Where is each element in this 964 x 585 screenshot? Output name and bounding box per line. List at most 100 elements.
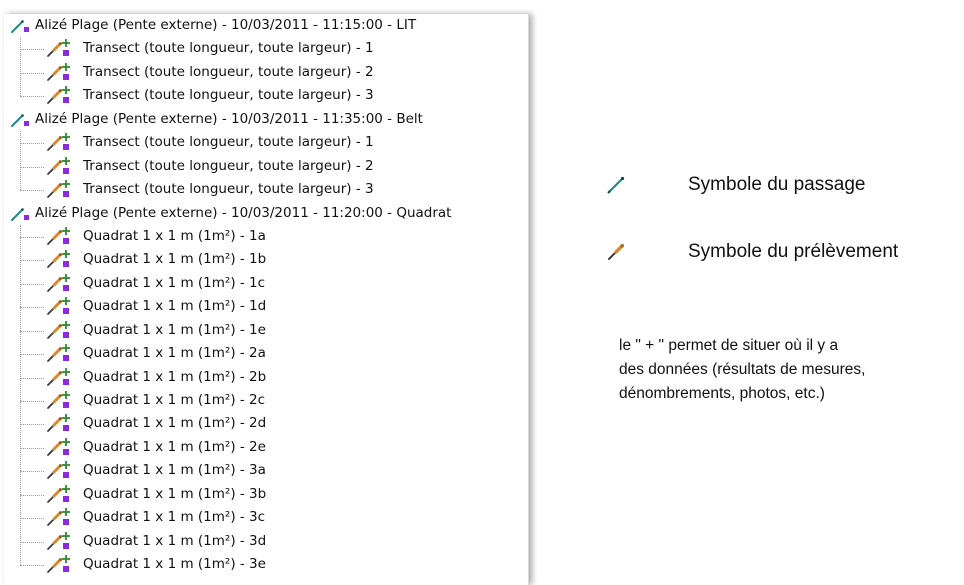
legend-note: le " + " permet de situer où il y a des … [619,334,964,406]
passage-icon [10,110,30,130]
prelevement-plus-icon [46,249,72,271]
tree-node-label: Quadrat 1 x 1 m (1m²) - 1c [83,274,266,291]
passage-icon [606,175,626,195]
prelevement-plus-icon [46,460,72,482]
tree-node-prelevement[interactable]: Transect (toute longueur, toute largeur)… [4,178,528,201]
tree-connector [20,72,44,74]
tree-node-prelevement[interactable]: Transect (toute longueur, toute largeur)… [4,131,528,154]
tree-node-prelevement[interactable]: Quadrat 1 x 1 m (1m²) - 2c [4,389,528,412]
tree-connector [20,471,44,473]
tree-node-prelevement[interactable]: Quadrat 1 x 1 m (1m²) - 3b [4,483,528,506]
prelevement-icon [606,242,626,262]
tree-node-label: Quadrat 1 x 1 m (1m²) - 3e [83,556,266,573]
prelevement-plus-icon [46,484,72,506]
prelevement-plus-icon [46,226,72,248]
tree-node-label: Quadrat 1 x 1 m (1m²) - 1d [83,298,267,315]
tree-node-prelevement[interactable]: Transect (toute longueur, toute largeur)… [4,37,528,60]
tree-node-passage[interactable]: Alizé Plage (Pente externe) - 10/03/2011… [4,14,528,37]
tree-node-label: Alizé Plage (Pente externe) - 10/03/2011… [35,17,417,33]
tree-connector [20,307,44,309]
tree-node-label: Quadrat 1 x 1 m (1m²) - 1e [83,321,266,338]
tree-node-label: Quadrat 1 x 1 m (1m²) - 2c [83,392,266,408]
tree-node-prelevement[interactable]: Quadrat 1 x 1 m (1m²) - 2b [4,366,528,389]
prelevement-plus-icon [46,38,72,60]
tree-node-prelevement[interactable]: Quadrat 1 x 1 m (1m²) - 2a [4,342,528,365]
tree-node-label: Transect (toute longueur, toute largeur)… [83,157,374,174]
legend-panel: Symbole du passage Symbole du prélèvemen… [600,0,964,585]
legend-note-line: le " + " permet de situer où il y a [619,337,839,354]
tree-node-label: Alizé Plage (Pente externe) - 10/03/2011… [35,204,452,221]
tree-node-passage[interactable]: Alizé Plage (Pente externe) - 10/03/2011… [4,202,528,225]
tree-connector [20,401,44,402]
tree-connector [20,377,44,379]
tree-node-label: Quadrat 1 x 1 m (1m²) - 3d [83,532,267,549]
tree-connector [20,236,44,238]
tree-node-label: Quadrat 1 x 1 m (1m²) - 3a [83,462,266,479]
tree-connector [20,494,44,496]
sample-tree-panel: Alizé Plage (Pente externe) - 10/03/2011… [4,14,529,585]
tree-guide-line [20,131,21,191]
tree-node-label: Transect (toute longueur, toute largeur)… [83,63,374,80]
tree-node-label: Quadrat 1 x 1 m (1m²) - 2b [83,368,267,385]
tree-connector [20,190,44,192]
tree-node-prelevement[interactable]: Transect (toute longueur, toute largeur)… [4,84,528,107]
tree-node-label: Transect (toute longueur, toute largeur)… [83,87,374,104]
tree-node-prelevement[interactable]: Quadrat 1 x 1 m (1m²) - 3c [4,506,528,529]
sample-tree: Alizé Plage (Pente externe) - 10/03/2011… [4,14,528,577]
tree-node-label: Quadrat 1 x 1 m (1m²) - 2d [83,415,267,432]
tree-node-label: Quadrat 1 x 1 m (1m²) - 2a [83,345,266,362]
prelevement-plus-icon [46,507,72,529]
legend-note-line: dénombrements, photos, etc.) [619,385,825,402]
tree-node-label: Quadrat 1 x 1 m (1m²) - 2e [83,438,266,455]
tree-node-passage[interactable]: Alizé Plage (Pente externe) - 10/03/2011… [4,108,528,131]
tree-connector [20,330,44,332]
prelevement-plus-icon [46,437,72,459]
passage-icon [10,16,30,36]
tree-connector [20,565,44,567]
tree-node-prelevement[interactable]: Quadrat 1 x 1 m (1m²) - 1b [4,248,528,271]
tree-node-label: Transect (toute longueur, toute largeur)… [83,40,374,57]
tree-node-label: Quadrat 1 x 1 m (1m²) - 1b [83,251,267,268]
tree-node-prelevement[interactable]: Quadrat 1 x 1 m (1m²) - 1d [4,295,528,318]
prelevement-plus-icon [46,320,72,342]
prelevement-plus-icon [46,413,72,435]
tree-node-prelevement[interactable]: Quadrat 1 x 1 m (1m²) - 1a [4,225,528,248]
prelevement-plus-icon [46,367,72,389]
prelevement-plus-icon [46,343,72,365]
tree-guide-line [20,37,21,97]
prelevement-plus-icon [46,531,72,553]
legend-prelevement-label: Symbole du prélèvement [688,241,899,262]
tree-connector [20,447,44,449]
tree-node-prelevement[interactable]: Quadrat 1 x 1 m (1m²) - 1c [4,272,528,295]
tree-node-prelevement[interactable]: Transect (toute longueur, toute largeur)… [4,61,528,84]
tree-guide-line [20,225,21,566]
prelevement-plus-icon [46,390,72,412]
prelevement-plus-icon [46,62,72,84]
tree-node-label: Quadrat 1 x 1 m (1m²) - 3b [83,485,267,502]
passage-icon [10,204,30,224]
tree-connector [20,260,44,262]
tree-connector [20,96,44,98]
tree-node-prelevement[interactable]: Quadrat 1 x 1 m (1m²) - 3a [4,459,528,482]
prelevement-plus-icon [46,132,72,154]
tree-connector [20,166,44,168]
tree-connector [20,424,44,426]
prelevement-plus-icon [46,156,72,178]
tree-node-label: Quadrat 1 x 1 m (1m²) - 1a [83,227,266,244]
tree-connector [20,143,44,145]
tree-node-prelevement[interactable]: Quadrat 1 x 1 m (1m²) - 2e [4,436,528,459]
tree-node-label: Transect (toute longueur, toute largeur)… [83,181,374,198]
prelevement-plus-icon [46,85,72,107]
tree-connector [20,283,44,285]
tree-node-label: Transect (toute longueur, toute largeur)… [83,134,374,151]
legend-note-line: des données (résultats de mesures, [619,361,866,378]
tree-connector [20,541,44,543]
prelevement-plus-icon [46,179,72,201]
tree-node-prelevement[interactable]: Quadrat 1 x 1 m (1m²) - 2d [4,412,528,435]
prelevement-plus-icon [46,273,72,295]
tree-node-prelevement[interactable]: Transect (toute longueur, toute largeur)… [4,155,528,178]
tree-node-prelevement[interactable]: Quadrat 1 x 1 m (1m²) - 3e [4,553,528,576]
tree-node-prelevement[interactable]: Quadrat 1 x 1 m (1m²) - 3d [4,530,528,553]
tree-node-prelevement[interactable]: Quadrat 1 x 1 m (1m²) - 1e [4,319,528,342]
tree-node-label: Alizé Plage (Pente externe) - 10/03/2011… [35,110,423,127]
